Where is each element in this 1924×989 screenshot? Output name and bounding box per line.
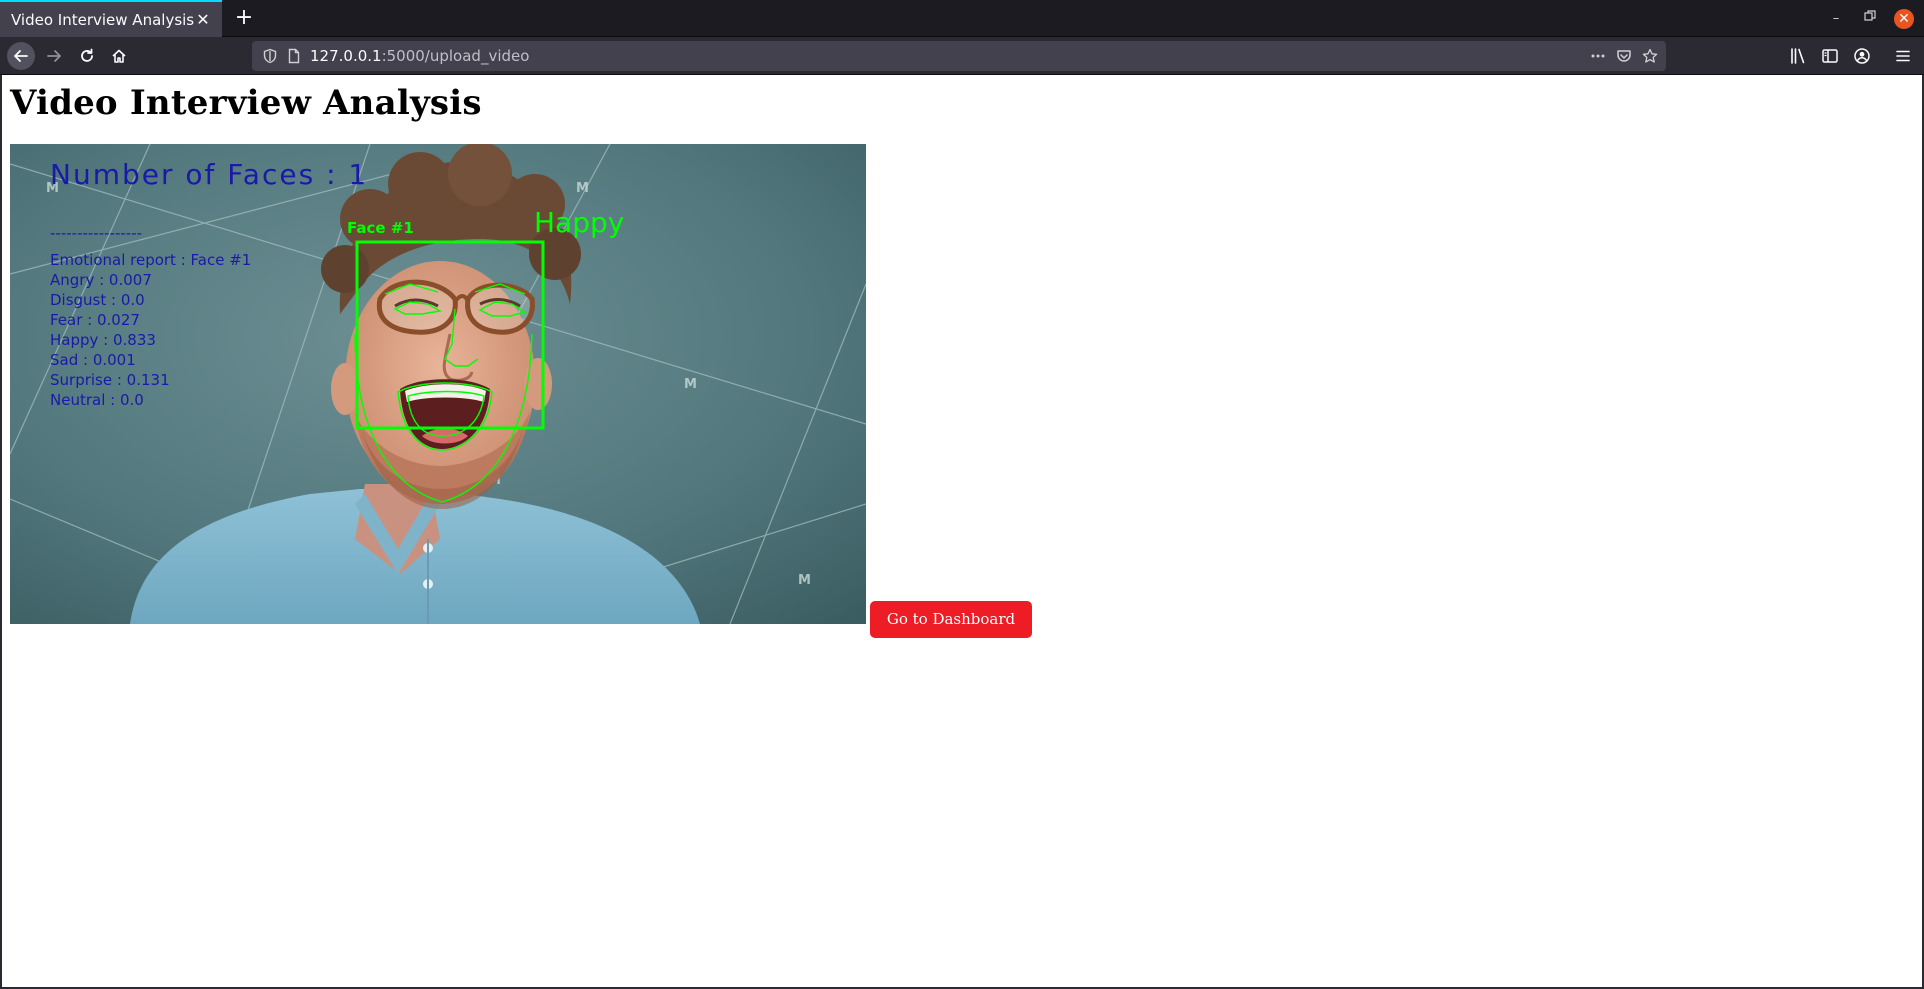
active-tab[interactable]: Video Interview Analysis ✕: [0, 0, 222, 37]
page-content: Video Interview Analysis M M M M Number …: [0, 75, 1924, 989]
navigation-bar: 127.0.0.1:5000/upload_video: [0, 37, 1924, 75]
address-bar[interactable]: 127.0.0.1:5000/upload_video: [252, 41, 1666, 71]
sidebar-icon[interactable]: [1821, 47, 1839, 65]
home-icon[interactable]: [105, 42, 133, 70]
report-line-disgust: Disgust : 0.0: [50, 291, 145, 309]
reload-icon[interactable]: [73, 42, 101, 70]
report-line-sad: Sad : 0.001: [50, 351, 136, 369]
shield-icon[interactable]: [262, 48, 278, 64]
report-line-happy: Happy : 0.833: [50, 331, 156, 349]
video-frame-image: MMM MMM: [10, 144, 866, 624]
report-title: Emotional report : Face #1: [50, 251, 251, 269]
page-icon[interactable]: [286, 48, 302, 64]
url-text[interactable]: 127.0.0.1:5000/upload_video: [310, 47, 529, 65]
window-close-icon[interactable]: ✕: [1894, 9, 1914, 29]
tab-title: Video Interview Analysis: [11, 10, 195, 29]
arrow-left-icon[interactable]: [7, 42, 35, 70]
svg-text:M: M: [798, 573, 811, 588]
tab-bar: Video Interview Analysis ✕ + – ✕: [0, 0, 1924, 37]
report-line-neutral: Neutral : 0.0: [50, 391, 144, 409]
faces-count-text: Number of Faces : 1: [50, 158, 368, 191]
account-icon[interactable]: [1853, 47, 1871, 65]
face-tag-label: Face #1: [347, 219, 414, 237]
minimize-icon[interactable]: –: [1826, 9, 1846, 29]
report-line-fear: Fear : 0.027: [50, 311, 140, 329]
close-icon[interactable]: ✕: [194, 11, 212, 29]
url-host: 127.0.0.1: [310, 47, 382, 65]
url-path: :5000/upload_video: [381, 47, 530, 65]
star-icon[interactable]: [1642, 48, 1658, 64]
more-horizontal-icon[interactable]: [1590, 48, 1606, 64]
report-line-surprise: Surprise : 0.131: [50, 371, 170, 389]
svg-text:M: M: [576, 181, 589, 196]
restore-icon[interactable]: [1860, 9, 1880, 29]
go-to-dashboard-button[interactable]: Go to Dashboard: [870, 601, 1032, 638]
pocket-icon[interactable]: [1616, 48, 1632, 64]
analysis-video[interactable]: MMM MMM: [10, 144, 866, 624]
report-line-angry: Angry : 0.007: [50, 271, 152, 289]
report-separator: -----------------: [50, 224, 142, 242]
plus-icon[interactable]: +: [232, 6, 256, 30]
page-title: Video Interview Analysis: [10, 83, 482, 123]
arrow-right-icon[interactable]: [40, 42, 68, 70]
svg-text:M: M: [684, 377, 697, 392]
hamburger-menu-icon[interactable]: [1894, 47, 1912, 65]
dominant-emotion-label: Happy: [534, 206, 624, 239]
library-icon[interactable]: [1789, 47, 1807, 65]
